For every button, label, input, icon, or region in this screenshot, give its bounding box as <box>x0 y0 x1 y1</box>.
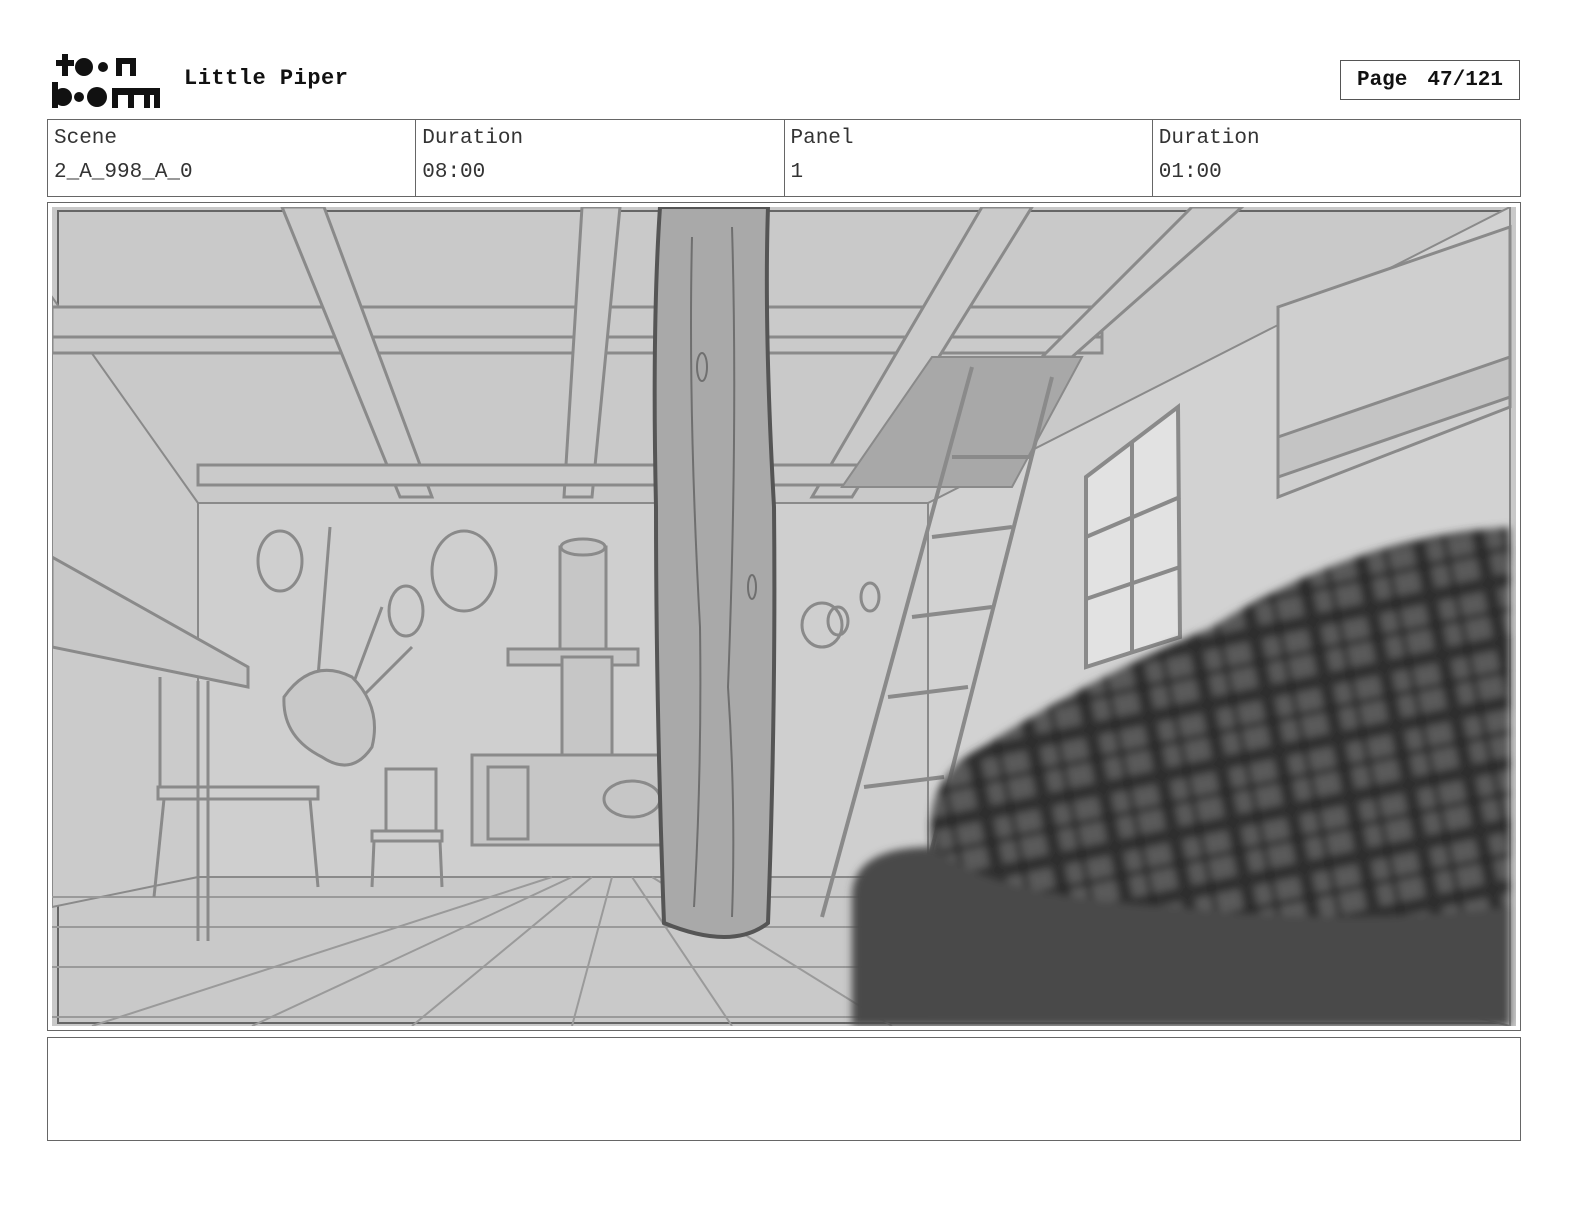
panel-value: 1 <box>790 161 804 184</box>
storyboard-panel <box>47 202 1521 1031</box>
panel-duration-label: Duration <box>1158 127 1260 150</box>
panel-duration-cell: Duration 01:00 <box>1153 120 1520 196</box>
panel-sketch-image <box>52 207 1516 1026</box>
toon-boom-logo <box>52 54 160 108</box>
scene-duration-label: Duration <box>422 127 524 150</box>
panel-duration-value: 01:00 <box>1158 161 1222 184</box>
scene-cell: Scene 2_A_998_A_0 <box>48 120 417 196</box>
scene-label: Scene <box>54 127 118 150</box>
panel-info-table: Scene 2_A_998_A_0 Duration 08:00 Panel 1… <box>47 119 1521 197</box>
scene-duration-cell: Duration 08:00 <box>416 120 785 196</box>
project-title: Little Piper <box>184 66 349 91</box>
scene-duration-value: 08:00 <box>422 161 486 184</box>
scene-value: 2_A_998_A_0 <box>54 161 193 184</box>
panel-cell: Panel 1 <box>785 120 1153 196</box>
page-label: Page <box>1356 68 1408 92</box>
panel-label: Panel <box>790 127 854 150</box>
action-notes-box <box>47 1037 1521 1141</box>
page-number: 47/121 <box>1427 68 1504 92</box>
page-indicator: Page 47/121 <box>1340 60 1520 100</box>
